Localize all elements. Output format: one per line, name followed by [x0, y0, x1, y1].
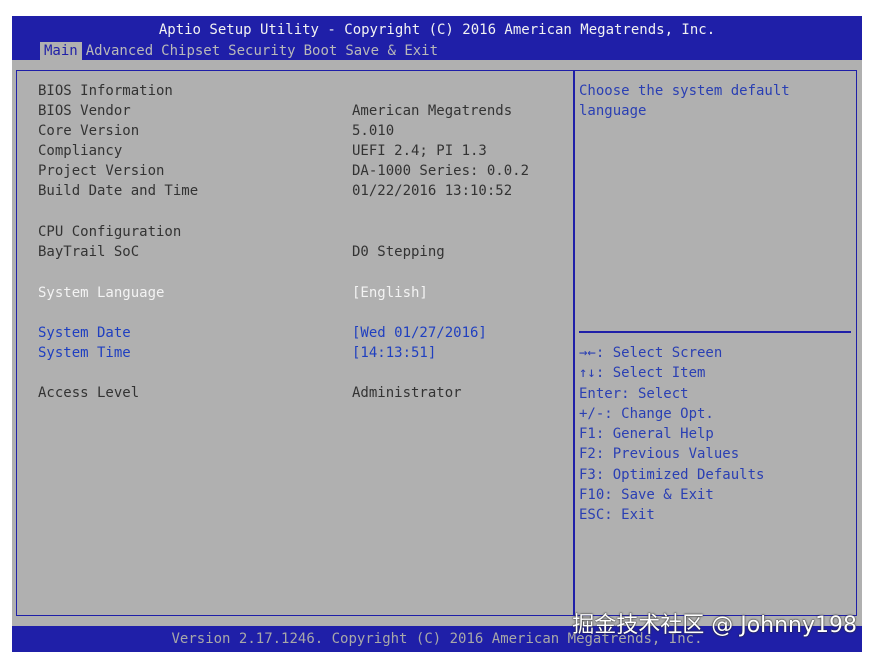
baytrail-soc-row: BayTrail SoC D0 Stepping — [38, 242, 445, 262]
core-version-label: Core Version — [38, 123, 140, 139]
project-version-row: Project Version DA-1000 Series: 0.0.2 — [38, 161, 529, 181]
system-language-value[interactable]: [English] — [352, 283, 428, 303]
compliancy-value: UEFI 2.4; PI 1.3 — [352, 143, 487, 159]
work-area: BIOS Information BIOS Vendor American Me… — [12, 60, 862, 626]
system-time-row[interactable]: System Time [14:13:51] — [38, 343, 436, 363]
bios-vendor-label: BIOS Vendor — [38, 103, 131, 119]
key-legend: →←: Select Screen ↑↓: Select Item Enter:… — [579, 343, 851, 525]
settings-panel: BIOS Information BIOS Vendor American Me… — [16, 70, 574, 616]
section-heading: CPU Configuration — [38, 224, 182, 240]
section-heading: BIOS Information — [38, 83, 173, 99]
system-time-label: System Time — [38, 345, 131, 361]
key-select-item: ↑↓: Select Item — [579, 365, 706, 382]
bios-screen: Aptio Setup Utility - Copyright (C) 2016… — [12, 16, 862, 652]
build-date-value: 01/22/2016 13:10:52 — [352, 183, 513, 199]
project-version-value: DA-1000 Series: 0.0.2 — [352, 163, 530, 179]
build-date-row: Build Date and Time 01/22/2016 13:10:52 — [38, 181, 512, 201]
access-level-label: Access Level — [38, 385, 140, 401]
key-optimized-defaults: F3: Optimized Defaults — [579, 466, 765, 483]
system-date-label: System Date — [38, 325, 131, 341]
system-time-value[interactable]: [14:13:51] — [352, 343, 436, 363]
bios-vendor-row: BIOS Vendor American Megatrends — [38, 101, 512, 121]
tab-bar: Main Advanced Chipset Security Boot Save… — [40, 42, 442, 60]
compliancy-row: Compliancy UEFI 2.4; PI 1.3 — [38, 141, 487, 161]
help-text: Choose the system default language — [579, 81, 851, 121]
help-divider — [579, 331, 851, 333]
window-title: Aptio Setup Utility - Copyright (C) 2016… — [158, 22, 716, 38]
build-date-label: Build Date and Time — [38, 183, 199, 199]
bios-vendor-value: American Megatrends — [352, 103, 513, 119]
tab-main[interactable]: Main — [40, 42, 82, 60]
key-select-screen: →←: Select Screen — [579, 345, 723, 361]
help-line: Choose the system default — [579, 83, 790, 99]
system-language-label: System Language — [38, 285, 165, 301]
key-change-opt: +/-: Change Opt. — [579, 405, 714, 422]
help-panel: Choose the system default language →←: S… — [574, 70, 857, 616]
baytrail-soc-value: D0 Stepping — [352, 244, 445, 260]
help-line: language — [579, 103, 647, 119]
key-previous-values: F2: Previous Values — [579, 446, 740, 463]
key-esc-exit: ESC: Exit — [579, 507, 655, 523]
key-enter-select: Enter: Select — [579, 385, 689, 402]
core-version-value: 5.010 — [352, 123, 395, 139]
access-level-row: Access Level Administrator — [38, 383, 462, 403]
baytrail-soc-label: BayTrail SoC — [38, 244, 140, 260]
tab-chipset[interactable]: Chipset — [157, 42, 224, 60]
access-level-value: Administrator — [352, 385, 462, 401]
tab-save-exit[interactable]: Save & Exit — [341, 42, 442, 60]
tab-boot[interactable]: Boot — [300, 42, 342, 60]
system-date-value[interactable]: [Wed 01/27/2016] — [352, 323, 487, 343]
system-language-row[interactable]: System Language [English] — [38, 283, 428, 303]
tab-advanced[interactable]: Advanced — [82, 42, 157, 60]
key-save-exit: F10: Save & Exit — [579, 486, 714, 503]
system-date-row[interactable]: System Date [Wed 01/27/2016] — [38, 323, 487, 343]
bios-information-heading: BIOS Information — [38, 81, 173, 101]
watermark: 掘金技术社区 @ Johnny198 — [572, 613, 857, 638]
title-bar: Aptio Setup Utility - Copyright (C) 2016… — [12, 16, 862, 60]
tab-security[interactable]: Security — [224, 42, 299, 60]
project-version-label: Project Version — [38, 163, 165, 179]
cpu-configuration-heading: CPU Configuration — [38, 222, 181, 242]
compliancy-label: Compliancy — [38, 143, 123, 159]
key-general-help: F1: General Help — [579, 426, 714, 442]
core-version-row: Core Version 5.010 — [38, 121, 394, 141]
